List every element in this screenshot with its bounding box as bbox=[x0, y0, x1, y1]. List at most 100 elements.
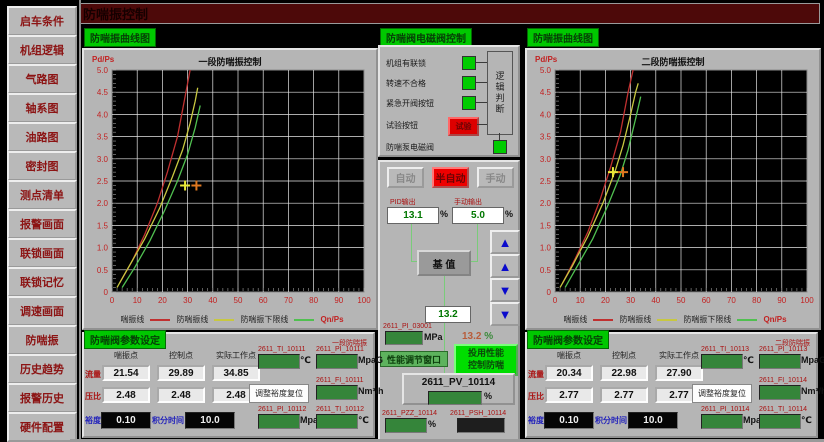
interlock-status-label: 机组有联锁 bbox=[386, 58, 426, 69]
sidebar-item-shaft-diagram[interactable]: 轴系图 bbox=[7, 93, 77, 123]
margin-reset-button[interactable]: 调整裕度复位 bbox=[692, 384, 752, 403]
svg-text:10: 10 bbox=[133, 296, 142, 305]
connector-line bbox=[477, 124, 487, 125]
integral-time-field[interactable]: 10.0 bbox=[185, 412, 235, 429]
param-tag-left: 防喘阀参数设定 bbox=[84, 330, 166, 349]
row-label-flow: 流量 bbox=[528, 369, 544, 380]
auto-mode-button[interactable]: 自动 bbox=[387, 167, 424, 188]
connector-line bbox=[444, 272, 445, 306]
sidebar-item-unit-logic[interactable]: 机组逻辑 bbox=[7, 35, 77, 65]
performance-window-label: 性能调节窗口 bbox=[380, 351, 448, 367]
enable-performance-control-button[interactable]: 投用性能 控制防喘 bbox=[454, 344, 518, 376]
left-chart-panel: 一段防喘振控制 Pd/Ps 01020304050607080901005.04… bbox=[82, 48, 378, 330]
tag-unit: MpaG bbox=[358, 355, 383, 365]
sidebar-item-start-conditions[interactable]: 启车条件 bbox=[7, 6, 77, 36]
integral-time-field[interactable]: 10.0 bbox=[628, 412, 678, 429]
logic-judgment-box: 逻辑判断 bbox=[487, 51, 513, 135]
test-button[interactable]: 试验 bbox=[448, 117, 479, 136]
base-value-button[interactable]: 基 值 bbox=[417, 250, 471, 276]
sidebar-item-label: 密封图 bbox=[26, 158, 59, 174]
svg-text:4.5: 4.5 bbox=[540, 88, 552, 97]
connector-line bbox=[499, 133, 500, 140]
svg-text:4.0: 4.0 bbox=[97, 110, 109, 119]
tag-name: 2611_PI_10112 bbox=[258, 406, 306, 413]
legend-label-control-line: 防喘振线 bbox=[619, 314, 651, 325]
svg-text:90: 90 bbox=[777, 296, 786, 305]
page-title: 防喘振控制 bbox=[83, 4, 148, 23]
sidebar-item-alarm-history[interactable]: 报警历史 bbox=[7, 383, 77, 413]
connector-line bbox=[476, 82, 487, 83]
svg-text:5.0: 5.0 bbox=[540, 66, 552, 75]
sidebar-item-hardware-config[interactable]: 硬件配置 bbox=[7, 412, 77, 442]
sidebar-item-oil-path-diagram[interactable]: 油路图 bbox=[7, 122, 77, 152]
sidebar-item-label: 油路图 bbox=[26, 129, 59, 145]
sidebar-item-label: 机组逻辑 bbox=[20, 42, 64, 58]
margin-field[interactable]: 0.10 bbox=[544, 412, 594, 429]
svg-text:1.5: 1.5 bbox=[97, 221, 109, 230]
tag-name: 2611_TI_10114 bbox=[759, 406, 807, 413]
emergency-open-label: 紧急开阀按钮 bbox=[386, 98, 434, 109]
tag-value bbox=[258, 414, 300, 429]
sidebar-item-gas-path-diagram[interactable]: 气路图 bbox=[7, 64, 77, 94]
arrow-down-icon: ▼ bbox=[499, 284, 512, 297]
pv-tag-frame: 2611_PV_10114 % bbox=[402, 373, 515, 405]
sidebar-item-label: 轴系图 bbox=[26, 100, 59, 116]
window-title-bar: 防喘振控制 bbox=[70, 3, 820, 24]
psh-tag-name: 2611_PSH_10114 bbox=[450, 410, 506, 417]
manual-mode-button[interactable]: 手动 bbox=[477, 167, 514, 188]
sidebar-item-history-trend[interactable]: 历史趋势 bbox=[7, 354, 77, 384]
svg-text:50: 50 bbox=[677, 296, 686, 305]
row-label-ratio: 压比 bbox=[528, 391, 544, 402]
sidebar-item-interlock-screen[interactable]: 联锁画面 bbox=[7, 238, 77, 268]
svg-text:3.0: 3.0 bbox=[540, 155, 552, 164]
tag-value bbox=[759, 385, 801, 400]
pump-solenoid-label: 防喘泵电磁阀 bbox=[386, 142, 434, 153]
sidebar-item-anti-surge[interactable]: 防喘振 bbox=[7, 325, 77, 355]
svg-text:0.5: 0.5 bbox=[97, 266, 109, 275]
margin-reset-button[interactable]: 调整裕度复位 bbox=[249, 384, 309, 403]
tag-value bbox=[316, 414, 358, 429]
svg-text:3.5: 3.5 bbox=[97, 133, 109, 142]
svg-text:30: 30 bbox=[626, 296, 635, 305]
test-button-label: 试验按钮 bbox=[386, 120, 418, 131]
increment-button[interactable]: ▲ bbox=[490, 254, 520, 278]
chart-legend: 喘振线 防喘振线 防喘振下限线 Qn/Ps bbox=[531, 314, 819, 325]
semi-auto-mode-button[interactable]: 半自动 bbox=[432, 167, 469, 188]
decrement-button[interactable]: ▼ bbox=[490, 278, 520, 302]
col-header-working-point: 实际工作点 bbox=[655, 350, 703, 361]
connector-line bbox=[411, 222, 412, 262]
sidebar-item-label: 防喘振 bbox=[26, 332, 59, 348]
connector-line bbox=[476, 62, 487, 63]
perf-button-line1: 投用性能 bbox=[468, 348, 504, 360]
svg-text:0: 0 bbox=[110, 296, 115, 305]
sidebar-item-label: 调速画面 bbox=[20, 303, 64, 319]
svg-text:2.5: 2.5 bbox=[540, 177, 552, 186]
pid-output-value: 13.1 bbox=[387, 207, 439, 224]
svg-text:30: 30 bbox=[183, 296, 192, 305]
integral-time-label: 积分时间 bbox=[152, 415, 184, 426]
margin-field[interactable]: 0.10 bbox=[101, 412, 151, 429]
sidebar-item-interlock-memory[interactable]: 联锁记忆 bbox=[7, 267, 77, 297]
sidebar-item-label: 硬件配置 bbox=[20, 419, 64, 435]
sidebar-item-label: 报警历史 bbox=[20, 390, 64, 406]
pzz-tag-name: 2611_PZZ_10114 bbox=[382, 410, 437, 417]
sidebar: 启车条件 机组逻辑 气路图 轴系图 油路图 密封图 测点清单 报警画面 联锁画面… bbox=[0, 0, 80, 442]
flow-working-point-value: 34.85 bbox=[212, 365, 260, 381]
pv-tag-unit: % bbox=[484, 391, 492, 401]
legend-label-lower-limit-line: 防喘振下限线 bbox=[683, 314, 731, 325]
tag-name: 2611_PI_10113 bbox=[759, 346, 807, 353]
increment-fast-button[interactable]: ▲ bbox=[490, 230, 520, 254]
sidebar-item-point-list[interactable]: 测点清单 bbox=[7, 180, 77, 210]
tag-name: 2611_PI_10111 bbox=[316, 346, 364, 353]
decrement-fast-button[interactable]: ▼ bbox=[490, 302, 520, 326]
col-header-surge-point: 喘振点 bbox=[545, 350, 593, 361]
svg-text:50: 50 bbox=[234, 296, 243, 305]
svg-text:5.0: 5.0 bbox=[97, 66, 109, 75]
sidebar-item-alarm-screen[interactable]: 报警画面 bbox=[7, 209, 77, 239]
sidebar-item-speed-screen[interactable]: 调速画面 bbox=[7, 296, 77, 326]
svg-text:4.5: 4.5 bbox=[97, 88, 109, 97]
sidebar-item-seal-diagram[interactable]: 密封图 bbox=[7, 151, 77, 181]
col-header-control-point: 控制点 bbox=[157, 350, 205, 361]
tag-name: 2611_PI_10114 bbox=[701, 406, 749, 413]
manual-output-field[interactable]: 5.0 bbox=[452, 207, 504, 224]
